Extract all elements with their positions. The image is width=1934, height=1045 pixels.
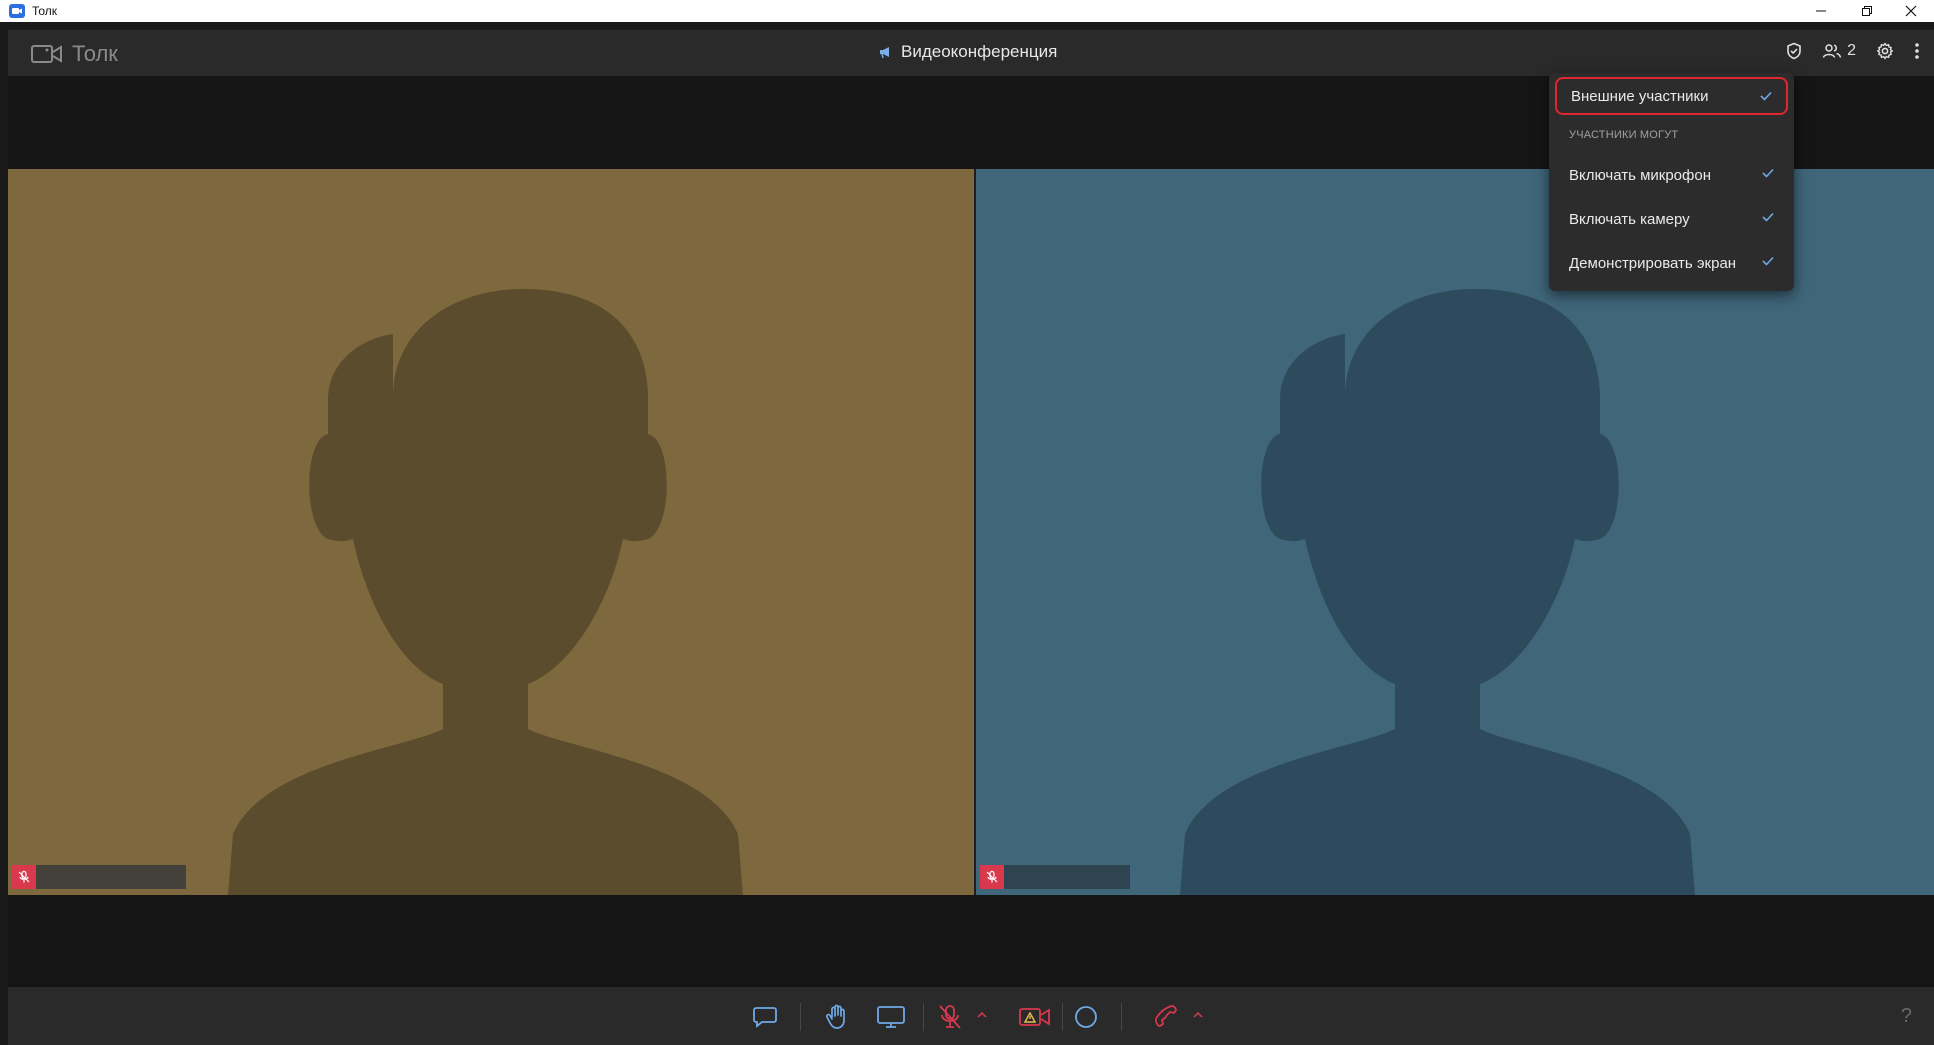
os-title-bar: Толк [0,0,1934,22]
check-icon [1762,256,1774,266]
mic-options-caret[interactable] [975,1007,989,1021]
mic-muted-badge [980,865,1004,889]
avatar-silhouette [228,289,743,895]
security-menu: Внешние участники УЧАСТНИКИ МОГУТ Включа… [1549,73,1794,291]
screen-share-button[interactable] [875,1001,907,1033]
minimize-icon [1816,10,1826,12]
conference-title: Видеоконференция [878,42,1057,62]
toolbar-separator [923,1003,924,1031]
conference-title-text: Видеоконференция [901,42,1058,61]
chat-icon [753,1007,777,1028]
close-icon [1905,5,1917,17]
call-toolbar: ? [8,987,1934,1045]
check-icon [1762,168,1774,178]
menu-item-label: Включать камеру [1569,210,1690,228]
record-icon [1075,1006,1097,1028]
menu-item-enable-camera[interactable]: Включать камеру [1555,200,1788,238]
security-button[interactable] [1786,42,1802,60]
toolbar-separator [800,1003,801,1031]
participant-name [1004,865,1130,889]
check-icon [1760,91,1772,101]
app-header: Толк Видеоконференция 2 [8,30,1934,76]
participants-icon [1822,44,1842,58]
brand-name: Толк [72,41,118,66]
app-logo-icon [9,4,25,18]
mic-muted-icon [18,870,30,883]
megaphone-icon [880,47,889,59]
menu-item-label: Внешние участники [1571,87,1709,105]
more-vertical-icon [1915,43,1919,59]
mic-muted-badge [12,865,36,889]
chat-button[interactable] [749,1001,781,1033]
settings-button[interactable] [1876,42,1894,60]
raise-hand-icon [826,1004,845,1029]
menu-item-share-screen[interactable]: Демонстрировать экран [1555,244,1788,282]
minimize-button[interactable] [1798,0,1844,22]
header-actions: 2 [1786,42,1920,60]
participants-count: 2 [1847,42,1856,59]
brand: Толк [30,41,118,67]
menu-item-label: Демонстрировать экран [1569,254,1737,272]
participants-button[interactable]: 2 [1822,42,1856,60]
mic-muted-icon [939,1005,961,1029]
record-button[interactable] [1070,1001,1102,1033]
call-options-caret[interactable] [1191,1007,1205,1021]
check-icon [1762,212,1774,222]
raise-hand-button[interactable] [821,1001,853,1033]
participant-namebar [980,865,1130,889]
chevron-up-icon [977,1011,987,1018]
video-tile-1[interactable] [8,169,974,895]
mic-muted-icon [986,870,998,883]
camera-off-warning-icon [1019,1008,1050,1026]
toolbar-separator [1121,1003,1122,1031]
avatar-silhouette [1180,289,1695,895]
menu-item-label: Включать микрофон [1569,166,1711,184]
shield-check-icon [1787,42,1801,60]
camera-logo-icon [31,45,62,63]
participant-name [36,865,186,889]
menu-item-enable-mic[interactable]: Включать микрофон [1555,156,1788,194]
end-call-icon [1155,1005,1177,1027]
camera-button[interactable] [1017,1001,1053,1033]
restore-icon [1862,6,1872,16]
restore-button[interactable] [1844,0,1890,22]
screen-share-icon [877,1006,905,1028]
help-button[interactable]: ? [1901,1005,1912,1028]
more-button[interactable] [1914,42,1920,60]
microphone-button[interactable] [934,1001,966,1033]
window-title: Толк [32,4,58,18]
close-window-button[interactable] [1888,0,1934,22]
gear-icon [1877,42,1893,60]
menu-section-label: УЧАСТНИКИ МОГУТ [1569,129,1679,141]
chevron-up-icon [1193,1011,1203,1018]
menu-item-external-participants[interactable]: Внешние участники [1555,77,1788,115]
toolbar-separator [1062,1003,1063,1031]
participant-namebar [12,865,186,889]
end-call-button[interactable] [1150,1001,1182,1033]
